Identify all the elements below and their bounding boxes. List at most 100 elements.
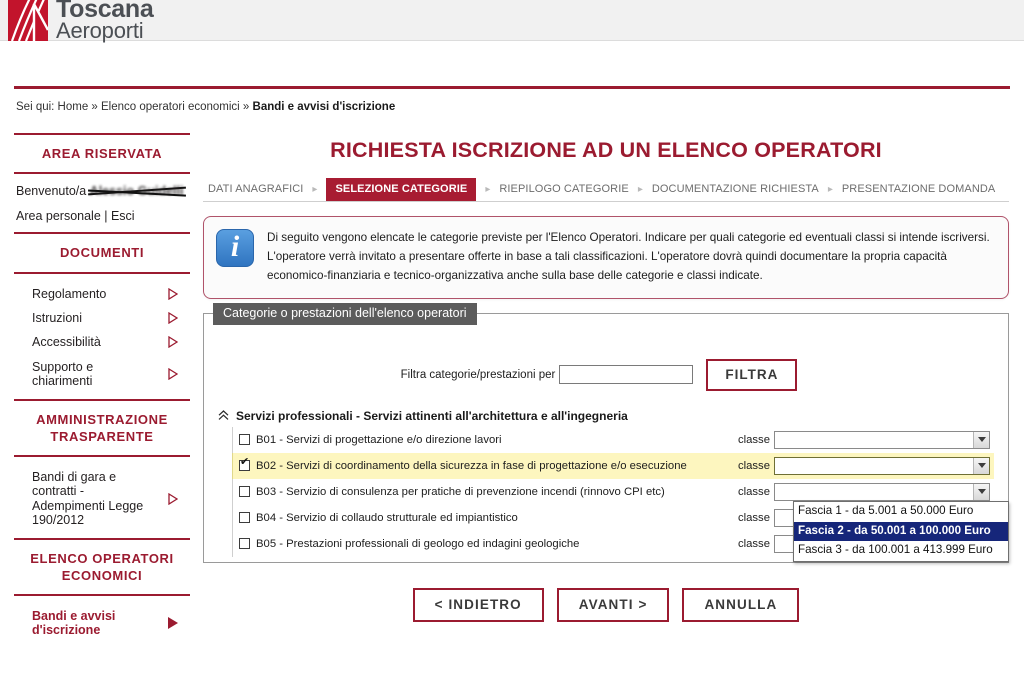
checkbox-b03[interactable] — [239, 486, 250, 498]
page-root: Toscana Aeroporti Sei qui: Home » Elenco… — [0, 0, 1024, 682]
category-label: B04 - Servizio di collaudo strutturale e… — [256, 511, 518, 524]
breadcrumb: Sei qui: Home » Elenco operatori economi… — [16, 101, 395, 113]
breadcrumb-current: Bandi e avvisi d'iscrizione — [252, 101, 396, 113]
logo-line-2: Aeroporti — [56, 18, 144, 43]
category-group-title: Servizi professionali - Servizi attinent… — [236, 408, 628, 423]
panel-legend: Categorie o prestazioni dell'elenco oper… — [213, 302, 477, 325]
info-banner: i Di seguito vengono elencate le categor… — [203, 216, 1009, 299]
classe-dropdown-list[interactable]: Fascia 1 - da 5.001 a 50.000 Euro Fascia… — [793, 500, 1009, 563]
step-presentazione-domanda[interactable]: PRESENTAZIONE DOMANDA — [840, 179, 997, 201]
filter-row: Filtra categorie/prestazioni per FILTRA — [214, 358, 994, 391]
arrow-right-icon — [168, 336, 178, 349]
classe-select-b02[interactable] — [774, 456, 990, 475]
arrow-right-icon — [168, 368, 178, 380]
sidebar-documenti-links: Regolamento Istruzioni Accessibilità Sup… — [14, 274, 190, 400]
chevron-down-icon — [973, 457, 989, 474]
arrow-right-filled-icon — [168, 617, 178, 630]
arrow-right-icon — [168, 492, 178, 505]
avanti-button[interactable]: AVANTI > — [556, 588, 670, 622]
classe-label: classe — [737, 459, 770, 472]
category-row-b01[interactable]: B01 - Servizi di progettazione e/o direz… — [232, 426, 994, 453]
checkbox-b04[interactable] — [239, 512, 250, 524]
sidebar-item-bandi-gara-contratti[interactable]: Bandi di gara e contratti - Adempimenti … — [14, 465, 190, 533]
classe-cell: classe — [737, 430, 990, 449]
arrow-right-icon — [168, 312, 178, 325]
category-label: B01 - Servizi di progettazione e/o direz… — [256, 433, 502, 446]
sidebar-item-label: Regolamento — [32, 286, 107, 301]
sidebar-heading-area-riservata: AREA RISERVATA — [41, 146, 163, 161]
username-redacted: Alessio Guidelli — [89, 184, 184, 199]
account-links[interactable]: Area personale | Esci — [16, 209, 190, 223]
sidebar-item-istruzioni[interactable]: Istruzioni — [14, 306, 190, 330]
step-separator-icon: ▸ — [827, 184, 833, 195]
sidebar: AREA RISERVATA Benvenuto/a Alessio Guide… — [14, 133, 190, 649]
sidebar-item-supporto-chiarimenti[interactable]: Supporto e chiarimenti — [14, 355, 190, 394]
sidebar-account-block: Benvenuto/a Alessio Guidelli Area person… — [14, 174, 190, 232]
filter-input[interactable] — [559, 365, 694, 385]
category-label: B02 - Servizi di coordinamento della sic… — [256, 459, 687, 472]
info-banner-text: Di seguito vengono elencate le categorie… — [267, 231, 990, 282]
category-label: B05 - Prestazioni professionali di geolo… — [256, 537, 580, 550]
sidebar-amministrazione-links: Bandi di gara e contratti - Adempimenti … — [14, 457, 190, 539]
classe-cell: classe — [737, 482, 990, 501]
indietro-button[interactable]: < INDIETRO — [412, 588, 544, 622]
dropdown-option-fascia-2[interactable]: Fascia 2 - da 50.001 a 100.000 Euro — [794, 521, 1008, 542]
sidebar-item-label: Supporto e chiarimenti — [32, 359, 94, 388]
sidebar-heading-amministrazione-trasparente: AMMINISTRAZIONE TRASPARENTE — [36, 412, 168, 444]
sidebar-elenco-links: Bandi e avvisi d'iscrizione — [14, 596, 190, 649]
annulla-button[interactable]: ANNULLA — [682, 588, 800, 622]
site-logo[interactable]: Toscana Aeroporti — [8, 0, 154, 43]
dropdown-option-fascia-1[interactable]: Fascia 1 - da 5.001 a 50.000 Euro — [794, 502, 1008, 522]
step-separator-icon: ▸ — [312, 184, 318, 195]
category-row-b02[interactable]: B02 - Servizi di coordinamento della sic… — [232, 452, 994, 479]
sidebar-heading-elenco-operatori-economici: ELENCO OPERATORI ECONOMICI — [30, 551, 174, 583]
step-documentazione-richiesta[interactable]: DOCUMENTAZIONE RICHIESTA — [650, 179, 821, 201]
sidebar-item-label: Bandi di gara e contratti - Adempimenti … — [32, 469, 144, 527]
site-header: Toscana Aeroporti — [0, 0, 1024, 43]
checkbox-b05[interactable] — [239, 538, 250, 550]
arrow-right-icon — [168, 287, 178, 300]
info-icon: i — [216, 229, 254, 267]
classe-select-b01[interactable] — [774, 430, 990, 449]
category-rows: B01 - Servizi di progettazione e/o direz… — [232, 426, 1009, 563]
sidebar-item-accessibilita[interactable]: Accessibilità — [14, 330, 190, 354]
category-group-header[interactable]: Servizi professionali - Servizi attinent… — [218, 409, 994, 423]
dropdown-option-fascia-3[interactable]: Fascia 3 - da 100.001 a 413.999 Euro — [794, 541, 1008, 561]
sidebar-item-label: Bandi e avvisi d'iscrizione — [32, 608, 116, 638]
sidebar-item-label: Accessibilità — [32, 335, 101, 350]
chevron-down-icon — [973, 483, 989, 500]
chevron-down-icon — [973, 431, 989, 448]
logo-wordmark: Toscana Aeroporti — [56, 0, 154, 43]
wizard-steps: DATI ANAGRAFICI ▸ SELEZIONE CATEGORIE ▸ … — [203, 178, 1009, 202]
chevron-up-double-icon[interactable] — [218, 410, 229, 421]
breadcrumb-trail[interactable]: Sei qui: Home » Elenco operatori economi… — [16, 101, 253, 113]
header-divider — [14, 86, 1010, 89]
classe-label: classe — [737, 537, 770, 550]
classe-label: classe — [737, 511, 770, 524]
step-selezione-categorie[interactable]: SELEZIONE CATEGORIE — [326, 178, 477, 201]
step-separator-icon: ▸ — [637, 184, 643, 195]
step-dati-anagrafici[interactable]: DATI ANAGRAFICI — [206, 179, 305, 201]
toscana-aeroporti-logo-icon — [8, 0, 48, 42]
category-label: B03 - Servizio di consulenza per pratich… — [256, 485, 665, 498]
sidebar-heading-documenti: DOCUMENTI — [59, 245, 145, 261]
checkbox-b01[interactable] — [239, 434, 250, 446]
main-content: RICHIESTA ISCRIZIONE AD UN ELENCO OPERAT… — [203, 133, 1009, 563]
form-actions: < INDIETRO AVANTI > ANNULLA — [203, 588, 1009, 622]
classe-cell: classe — [737, 456, 990, 475]
filter-label: Filtra categorie/prestazioni per — [400, 368, 556, 381]
classe-label: classe — [737, 485, 770, 498]
sidebar-item-bandi-avvisi-iscrizione[interactable]: Bandi e avvisi d'iscrizione — [14, 604, 190, 643]
sidebar-item-label: Istruzioni — [32, 310, 83, 325]
filtra-button[interactable]: FILTRA — [706, 358, 798, 391]
page-title: RICHIESTA ISCRIZIONE AD UN ELENCO OPERAT… — [330, 138, 882, 162]
step-separator-icon: ▸ — [485, 184, 491, 195]
welcome-line: Benvenuto/a Alessio Guidelli — [16, 184, 190, 198]
categories-panel: Categorie o prestazioni dell'elenco oper… — [203, 302, 1009, 563]
classe-label: classe — [737, 433, 770, 446]
checkbox-b02[interactable] — [239, 457, 250, 472]
welcome-prefix: Benvenuto/a — [16, 184, 90, 199]
step-riepilogo-categorie[interactable]: RIEPILOGO CATEGORIE — [497, 179, 630, 201]
sidebar-item-regolamento[interactable]: Regolamento — [14, 282, 190, 306]
classe-select-b03[interactable] — [774, 482, 990, 501]
